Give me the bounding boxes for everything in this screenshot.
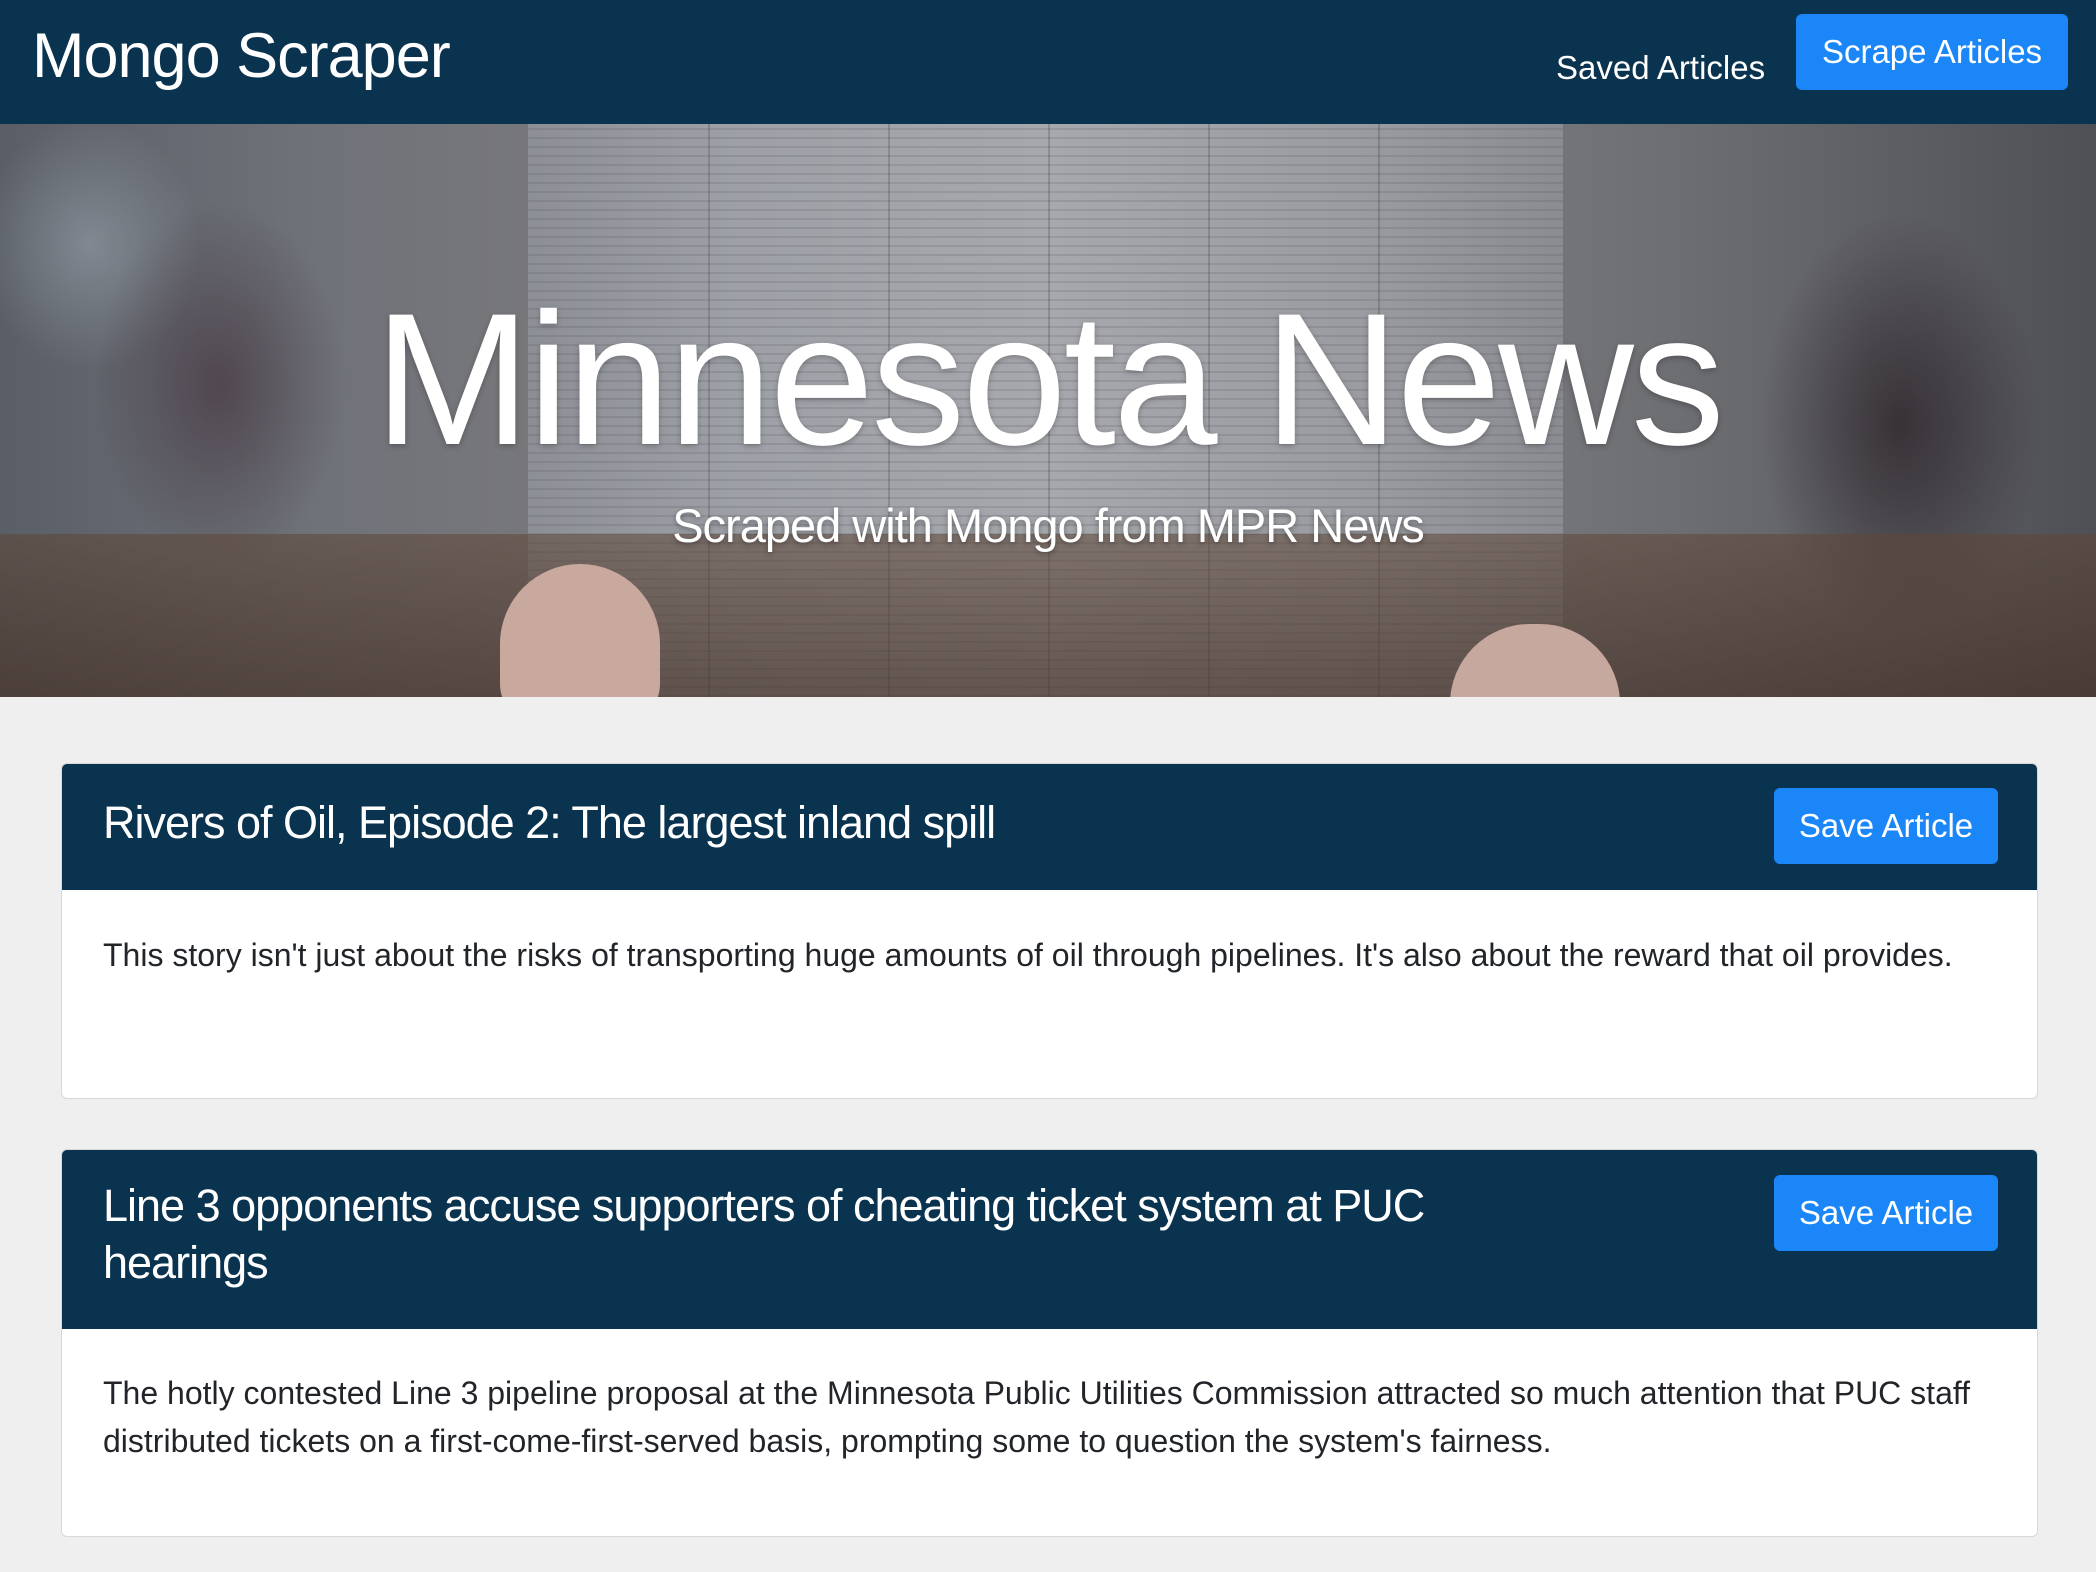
- article-card: Line 3 opponents accuse supporters of ch…: [61, 1149, 2038, 1537]
- article-card-header: Rivers of Oil, Episode 2: The largest in…: [62, 764, 2037, 890]
- article-card: Rivers of Oil, Episode 2: The largest in…: [61, 763, 2038, 1099]
- brand-title[interactable]: Mongo Scraper: [32, 14, 451, 98]
- article-card-header: Line 3 opponents accuse supporters of ch…: [62, 1150, 2037, 1329]
- article-summary: This story isn't just about the risks of…: [103, 937, 1953, 973]
- hero-title: Minnesota News: [374, 274, 1725, 484]
- hero-banner: Minnesota News Scraped with Mongo from M…: [0, 124, 2096, 697]
- saved-articles-link[interactable]: Saved Articles: [1556, 44, 1765, 92]
- article-title[interactable]: Line 3 opponents accuse supporters of ch…: [103, 1177, 1503, 1291]
- hero-subtitle: Scraped with Mongo from MPR News: [672, 499, 1425, 552]
- scrape-articles-button[interactable]: Scrape Articles: [1796, 14, 2068, 90]
- article-summary: The hotly contested Line 3 pipeline prop…: [103, 1375, 1971, 1459]
- table-background: [0, 534, 2096, 697]
- save-article-button[interactable]: Save Article: [1774, 1175, 1998, 1251]
- article-title[interactable]: Rivers of Oil, Episode 2: The largest in…: [103, 794, 1503, 851]
- save-article-button[interactable]: Save Article: [1774, 788, 1998, 864]
- navbar: Mongo Scraper Saved Articles Scrape Arti…: [0, 0, 2096, 124]
